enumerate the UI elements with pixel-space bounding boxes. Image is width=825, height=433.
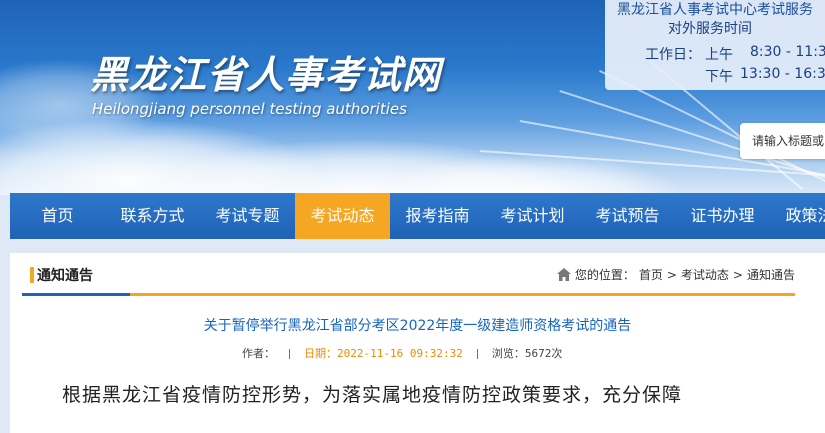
nav-item-exam-topics[interactable]: 考试专题 [200, 193, 295, 239]
meta-divider [476, 349, 478, 359]
main-nav: 首页 联系方式 考试专题 考试动态 报考指南 考试计划 考试预告 证书办理 政策… [10, 193, 825, 239]
nav-item-policy[interactable]: 政策法规 [770, 193, 825, 239]
nav-item-exam-preview[interactable]: 考试预告 [580, 193, 675, 239]
breadcrumb-separator: > [732, 267, 743, 282]
service-hours-box: 黑龙江省人事考试中心考试服务 对外服务时间 工作日： 上午 8:30 - 11:… [605, 0, 825, 90]
section-underline [22, 293, 795, 296]
section-header: 通知通告 您的位置： 首页 > 考试动态 > 通知通告 [22, 253, 795, 296]
breadcrumb-label: 您的位置： [574, 268, 635, 282]
service-days-label: 工作日： [645, 47, 701, 63]
nav-item-exam-news[interactable]: 考试动态 [295, 193, 390, 239]
service-am-time: 8:30 - 11:30 [750, 44, 825, 60]
article-meta: 作者： 日期：2022-11-16 09:32:32 浏览：5672次 [242, 345, 562, 361]
service-hours-title: 对外服务时间 [668, 21, 752, 37]
nav-item-registration-guide[interactable]: 报考指南 [390, 193, 485, 239]
home-icon [556, 268, 571, 281]
content-panel: 通知通告 您的位置： 首页 > 考试动态 > 通知通告 关于暂停举行黑龙江省部分… [10, 253, 825, 433]
breadcrumb-current: 通知通告 [746, 268, 795, 282]
service-am-label: 上午 [705, 47, 733, 63]
breadcrumb-exam-news[interactable]: 考试动态 [681, 266, 729, 283]
nav-item-certificate[interactable]: 证书办理 [675, 193, 770, 239]
section-title: 通知通告 [37, 268, 93, 284]
section-marker [30, 267, 34, 283]
service-pm-time: 13:30 - 16:30 [740, 66, 825, 82]
service-center-name: 黑龙江省人事考试中心考试服务 [617, 2, 813, 18]
breadcrumb-home[interactable]: 首页 [639, 266, 663, 283]
article-date: 日期：2022-11-16 09:32:32 [304, 347, 463, 360]
meta-divider [289, 349, 290, 359]
nav-item-contact[interactable]: 联系方式 [105, 193, 200, 239]
site-title: 黑龙江省人事考试网 [90, 53, 442, 97]
nav-item-exam-plan[interactable]: 考试计划 [485, 193, 580, 239]
search-input[interactable]: 请输入标题或 [740, 123, 825, 159]
service-pm-label: 下午 [705, 69, 733, 85]
breadcrumb: 您的位置： 首页 > 考试动态 > 通知通告 [556, 266, 795, 283]
article-body: 根据黑龙江省疫情防控形势，为落实属地疫情防控政策要求，充分保障 [62, 384, 683, 406]
article-views: 浏览：5672次 [491, 347, 563, 360]
article-title: 关于暂停举行黑龙江省部分考区2022年度一级建造师资格考试的通告 [203, 318, 632, 334]
site-subtitle: Heilongjiang personnel testing authoriti… [92, 100, 407, 118]
breadcrumb-separator: > [666, 267, 677, 282]
nav-item-home[interactable]: 首页 [10, 193, 105, 239]
article-author: 作者： [242, 347, 275, 360]
header-banner: 黑龙江省人事考试网 Heilongjiang personnel testing… [0, 0, 825, 195]
